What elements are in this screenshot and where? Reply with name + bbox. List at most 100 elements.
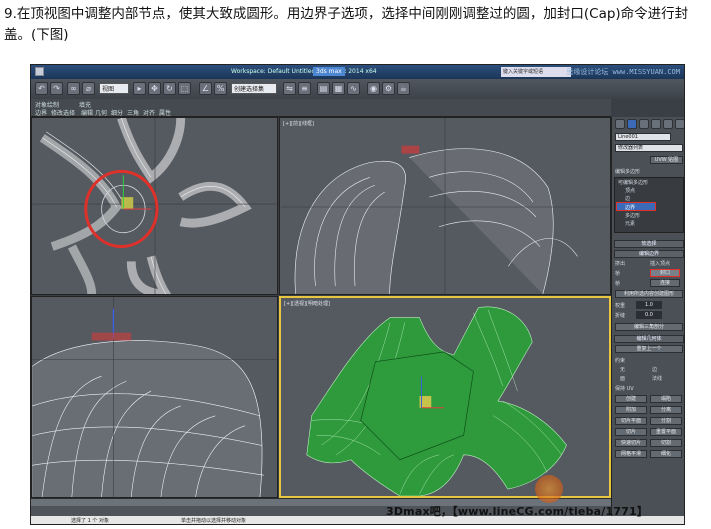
select-icon[interactable]: ▸	[133, 82, 146, 95]
align-icon[interactable]: ≡	[298, 82, 311, 95]
curve-editor-icon[interactable]: ∿	[347, 82, 360, 95]
ribbon-subtab-properties[interactable]: 属性	[159, 108, 171, 117]
stack-item-border-label: 边界	[625, 205, 636, 211]
rotate-icon[interactable]: ↻	[163, 82, 176, 95]
title-bar: Workspace: Default Untitled - 3ds Max 20…	[31, 65, 684, 79]
rollout-edit-geometry[interactable]: 编辑几何体	[614, 335, 684, 343]
app-menu-icon[interactable]	[35, 67, 44, 76]
ribbon-subtab-border[interactable]: 边界	[35, 108, 47, 117]
window-title: Workspace: Default Untitled - 3ds Max 20…	[231, 68, 377, 75]
slice-button[interactable]: 切片	[615, 428, 647, 436]
quickslice-button[interactable]: 快速切片	[615, 439, 647, 447]
bridge-label[interactable]: 桥	[615, 280, 620, 287]
preserve-uv-checkbox[interactable]: 保持 UV	[615, 385, 634, 392]
weight-field[interactable]: 1.0	[636, 301, 662, 309]
material-editor-icon[interactable]: ◉	[367, 82, 380, 95]
ribbon-subtab-modify-selection[interactable]: 修改选择	[51, 108, 75, 117]
graphite-ribbon: 对象绘制 填充 边界 修改选择 编辑 几何 细分 三角 对齐 属性	[31, 99, 611, 117]
instruction-caption: 9.在顶视图中调整内部节点，使其大致成圆形。用边界子选项，选择中间刚刚调整过的圆…	[4, 6, 689, 43]
edit-triangulation-button[interactable]: 编辑三角剖分	[615, 323, 683, 331]
ribbon-subtab-align[interactable]: 对齐	[143, 108, 155, 117]
unlink-icon[interactable]: ⌀	[82, 82, 95, 95]
selection-filter-select[interactable]: 视图	[99, 83, 129, 94]
rollout-edit-borders[interactable]: 编辑边界	[614, 250, 684, 258]
watermark-text: 3Dmax吧，【www.lineCG.com/tieba/1771】	[386, 505, 649, 518]
top-view-mesh	[32, 118, 277, 294]
detach-button[interactable]: 分离	[650, 406, 682, 414]
ribbon-subtab-subdivision[interactable]: 细分	[111, 108, 123, 117]
viewport-left[interactable]	[31, 296, 278, 498]
modify-tab-icon[interactable]	[627, 119, 637, 129]
create-shape-button[interactable]: 利用所选内容创建图形	[615, 290, 683, 298]
stack-item-editable-poly[interactable]: 可编辑多边形	[618, 179, 648, 186]
constraint-edge-radio[interactable]: 边	[652, 366, 657, 373]
ribbon-subtab-triangulation[interactable]: 三角	[127, 108, 139, 117]
hierarchy-tab-icon[interactable]	[639, 119, 649, 129]
object-name-field[interactable]: Line001	[615, 133, 671, 141]
constraint-none-radio[interactable]: 无	[620, 366, 625, 373]
constraint-face-radio[interactable]: 面	[620, 375, 625, 382]
ribbon-subtab-geometry[interactable]: 几何	[95, 108, 107, 117]
link-icon[interactable]: ∞	[67, 82, 80, 95]
stack-item-border-selected[interactable]: 边界	[616, 202, 656, 211]
chamfer-label[interactable]: 桥	[615, 270, 620, 277]
connect-button[interactable]: 连接	[650, 279, 680, 287]
modifier-list-select[interactable]: 修改器列表	[615, 144, 683, 152]
undo-icon[interactable]: ↶	[35, 82, 48, 95]
viewport-front-label: [+][前][线框]	[283, 121, 314, 127]
help-search-input[interactable]: 键入关键字或短语	[501, 67, 571, 77]
motion-tab-icon[interactable]	[651, 119, 661, 129]
layer-icon[interactable]: ▤	[317, 82, 330, 95]
move-icon[interactable]: ✥	[148, 82, 161, 95]
render-icon[interactable]: ☕	[397, 82, 410, 95]
render-setup-icon[interactable]: ⚙	[382, 82, 395, 95]
snap-icon[interactable]: ∠	[199, 82, 212, 95]
utilities-tab-icon[interactable]	[675, 119, 684, 129]
redo-icon[interactable]: ↷	[50, 82, 63, 95]
front-view-mesh	[280, 118, 610, 294]
file-tab[interactable]: 3ds max	[313, 67, 345, 76]
watermark-logo-icon	[535, 475, 563, 503]
stack-item-element[interactable]: 元素	[625, 220, 635, 227]
weight-label: 权重	[615, 303, 626, 309]
viewport-perspective[interactable]: [+][透视][明暗处理]	[279, 296, 611, 498]
constraint-normal-radio[interactable]: 法线	[652, 375, 662, 382]
cut-button[interactable]: 切割	[650, 439, 682, 447]
create-tab-icon[interactable]	[615, 119, 625, 129]
viewport-top[interactable]	[31, 117, 278, 295]
create-button[interactable]: 创建	[615, 395, 647, 403]
stack-item-polygon[interactable]: 多边形	[625, 212, 640, 219]
prompt-status: 单击并拖动以选择并移动对象	[181, 518, 247, 524]
stack-item-edge[interactable]: 边	[625, 195, 630, 202]
repeat-last-button[interactable]: 重复上一个	[615, 345, 683, 353]
stack-item-edit-poly[interactable]: 编辑多边形	[615, 168, 640, 175]
main-toolbar: ↶ ↷ ∞ ⌀ 视图 ▸ ✥ ↻ ⬚ ∠ % 创建选择集 ⇋ ≡ ▤ ▦ ∿ ◉…	[31, 79, 684, 99]
crease-field[interactable]: 0.0	[636, 311, 662, 319]
collapse-button[interactable]: 塌陷	[650, 395, 682, 403]
viewport-front[interactable]: [+][前][线框]	[279, 117, 611, 295]
cap-button[interactable]: 封口	[650, 269, 680, 277]
uvw-map-button[interactable]: UVW 贴图	[650, 156, 683, 164]
split-button[interactable]: 分割	[650, 417, 682, 425]
reset-plane-button[interactable]: 重置平面	[650, 428, 682, 436]
app-screenshot: Workspace: Default Untitled - 3ds Max 20…	[30, 64, 685, 525]
site-brand: 思缘设计论坛 www.MISSYUAN.COM	[566, 68, 680, 76]
constraints-label: 约束	[615, 358, 626, 364]
graphite-icon[interactable]: ▦	[332, 82, 345, 95]
crease-label: 折缝	[615, 313, 626, 319]
mirror-icon[interactable]: ⇋	[283, 82, 296, 95]
slice-plane-button[interactable]: 切片平面	[615, 417, 647, 425]
tessellate-button[interactable]: 细化	[650, 450, 682, 458]
attach-button[interactable]: 附加	[615, 406, 647, 414]
scale-icon[interactable]: ⬚	[178, 82, 191, 95]
ribbon-subtab-edit[interactable]: 编辑	[81, 108, 93, 117]
extrude-label[interactable]: 挤出	[615, 260, 625, 267]
rollout-soft-selection[interactable]: 软选择	[614, 240, 684, 248]
named-selection-set[interactable]: 创建选择集	[231, 83, 277, 94]
viewport-perspective-label: [+][透视][明暗处理]	[284, 301, 330, 307]
stack-item-vertex[interactable]: 顶点	[625, 187, 635, 194]
insert-vertex-label[interactable]: 插入顶点	[650, 260, 670, 267]
angle-snap-icon[interactable]: %	[214, 82, 227, 95]
display-tab-icon[interactable]	[663, 119, 673, 129]
meshsmooth-button[interactable]: 网格平滑	[615, 450, 647, 458]
